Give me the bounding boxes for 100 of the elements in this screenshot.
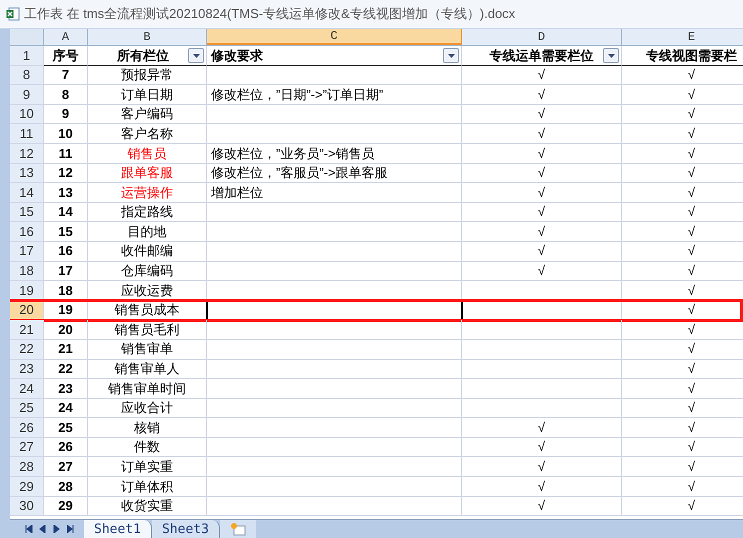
table-cell: 26	[44, 438, 88, 458]
row-header: 17	[10, 242, 44, 262]
table-cell: 24	[44, 398, 88, 418]
table-cell: 客户名称	[88, 124, 207, 144]
check-mark: √	[622, 262, 743, 282]
column-header[interactable]: A	[44, 29, 88, 45]
filter-dropdown-button[interactable]	[443, 48, 459, 63]
check-mark: √	[622, 242, 743, 262]
table-cell: 核销	[88, 418, 207, 438]
column-header[interactable]: B	[88, 29, 207, 45]
check-mark: √	[622, 457, 743, 478]
check-mark: √	[462, 164, 622, 184]
caret-icon	[448, 54, 454, 58]
table-cell: 销售审单	[88, 340, 207, 360]
row-header: 25	[10, 398, 44, 418]
table-cell: 销售审单时间	[88, 379, 207, 399]
filter-dropdown-button[interactable]	[188, 48, 204, 63]
check-mark: √	[622, 360, 743, 380]
row-header: 30	[10, 496, 44, 516]
sheet-tab[interactable]: Sheet1	[84, 520, 152, 538]
check-mark: √	[622, 281, 743, 301]
column-heading: 专线视图需要栏	[646, 46, 737, 65]
table-cell: 修改栏位，”日期”->”订单日期”	[207, 85, 462, 105]
sheet-nav-button[interactable]	[66, 524, 76, 534]
table-cell: 29	[44, 496, 88, 516]
table-cell: 17	[44, 262, 88, 282]
table-cell: 13	[44, 183, 88, 203]
check-mark: √	[622, 320, 743, 340]
check-mark: √	[462, 144, 622, 164]
check-mark: √	[622, 398, 743, 418]
row-header: 11	[10, 124, 44, 144]
row-header: 9	[10, 85, 44, 105]
table-cell: 修改栏位，”客服员”->跟单客服	[207, 164, 462, 184]
check-mark: √	[462, 85, 622, 105]
table-cell: 收件邮编	[88, 242, 207, 262]
table-cell: 12	[44, 164, 88, 184]
check-mark: √	[462, 222, 622, 242]
row-header: 21	[10, 320, 44, 340]
check-mark: √	[462, 242, 622, 262]
table-cell: 23	[44, 379, 88, 399]
check-mark: √	[462, 496, 622, 516]
table-cell: 14	[44, 202, 88, 222]
sheet-nav-button[interactable]	[24, 524, 34, 534]
sheet-nav-button[interactable]	[38, 524, 48, 534]
row-header: 19	[10, 281, 44, 301]
table-cell: 8	[44, 85, 88, 105]
spreadsheet-icon	[6, 7, 20, 21]
check-mark: √	[622, 477, 743, 497]
table-cell: 应收合计	[88, 398, 207, 418]
column-header[interactable]: D	[462, 29, 622, 45]
table-cell: 跟单客服	[88, 164, 207, 184]
new-sheet-button[interactable]	[220, 520, 256, 538]
table-cell: 销售审单人	[88, 360, 207, 380]
check-mark: √	[622, 418, 743, 438]
check-mark: √	[622, 379, 743, 399]
check-mark: √	[622, 496, 743, 516]
table-cell: 20	[44, 320, 88, 340]
sheet-tab[interactable]: Sheet3	[152, 520, 220, 538]
table-cell: 7	[44, 66, 88, 86]
check-mark: √	[462, 477, 622, 497]
row-header: 1	[10, 46, 44, 66]
table-cell: 16	[44, 242, 88, 262]
row-header: 27	[10, 438, 44, 458]
filter-dropdown-button[interactable]	[603, 48, 619, 63]
row-header: 14	[10, 183, 44, 203]
column-header[interactable]: E	[622, 29, 743, 45]
check-mark: √	[462, 438, 622, 458]
check-mark: √	[622, 438, 743, 458]
check-mark: √	[462, 202, 622, 222]
table-cell: 19	[44, 300, 88, 320]
table-cell: 客户编码	[88, 104, 207, 124]
check-mark: √	[622, 124, 743, 144]
check-mark: √	[622, 202, 743, 222]
window-title: 工作表 在 tms全流程测试20210824(TMS-专线运单修改&专线视图增加（专线）).docx	[24, 5, 516, 24]
row-header: 18	[10, 262, 44, 282]
table-cell: 订单实重	[88, 457, 207, 478]
active-cell[interactable]	[207, 300, 462, 320]
row-header: 22	[10, 340, 44, 360]
row-header: 8	[10, 66, 44, 86]
table-cell: 目的地	[88, 222, 207, 242]
check-mark: √	[622, 340, 743, 360]
check-mark: √	[462, 183, 622, 203]
row-header: 24	[10, 379, 44, 399]
check-mark: √	[622, 222, 743, 242]
table-cell: 15	[44, 222, 88, 242]
check-mark: √	[462, 457, 622, 478]
table-cell: 应收运费	[88, 281, 207, 301]
table-cell: 9	[44, 104, 88, 124]
column-heading: 修改要求	[211, 46, 263, 65]
table-cell: 订单体积	[88, 477, 207, 497]
column-header[interactable]: C	[207, 29, 462, 45]
table-cell: 收货实重	[88, 496, 207, 516]
table-cell: 指定路线	[88, 202, 207, 222]
check-mark: √	[462, 418, 622, 438]
row-header: 16	[10, 222, 44, 242]
row-header: 10	[10, 104, 44, 124]
new-sheet-icon	[230, 522, 246, 536]
sheet-nav-button[interactable]	[52, 524, 62, 534]
table-cell: 销售员毛利	[88, 320, 207, 340]
check-mark: √	[462, 124, 622, 144]
